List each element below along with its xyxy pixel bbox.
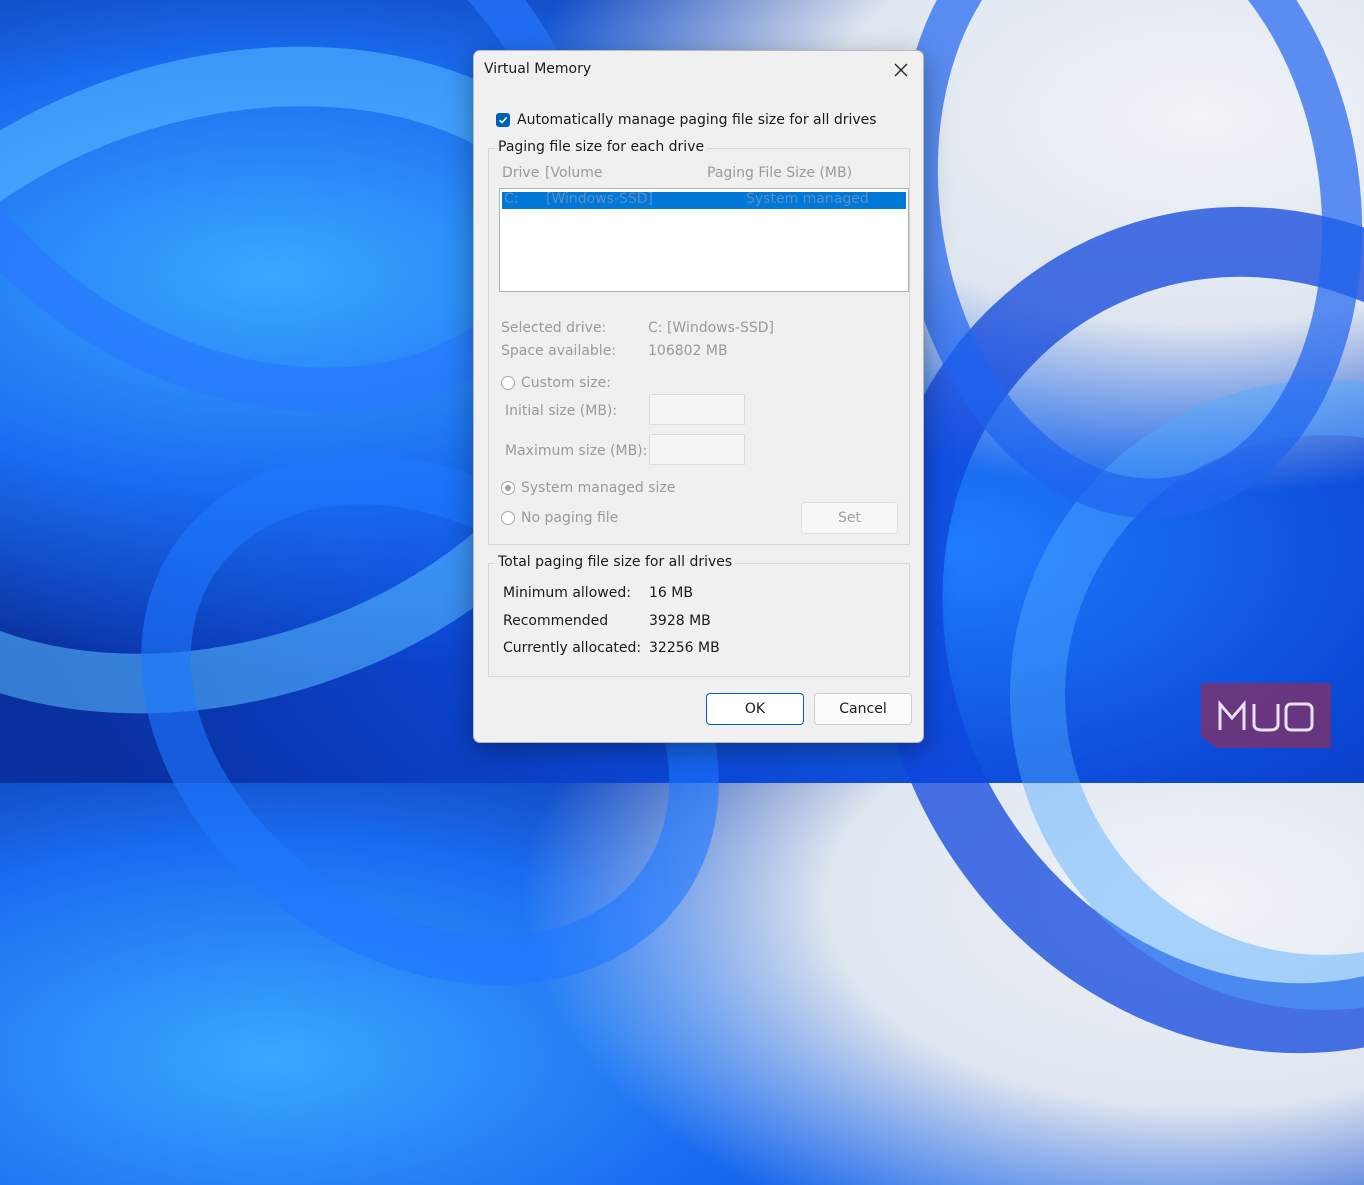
- system-managed-option[interactable]: System managed size: [501, 480, 675, 496]
- wallpaper-ribbon: [857, 0, 1364, 549]
- close-icon: [894, 63, 908, 77]
- auto-manage-checkbox-row[interactable]: Automatically manage paging file size fo…: [496, 112, 877, 128]
- minimum-allowed-label: Minimum allowed:: [503, 585, 631, 601]
- checkmark-icon: [498, 116, 508, 124]
- maximum-size-input[interactable]: [649, 434, 745, 465]
- custom-size-radio[interactable]: [501, 376, 515, 390]
- selected-drive-value: C: [Windows-SSD]: [648, 320, 774, 336]
- drive-letter: C:: [504, 191, 519, 207]
- muo-logo-icon: [1218, 699, 1314, 731]
- column-header-volume: [Volume: [545, 165, 603, 181]
- drive-list[interactable]: C: [Windows-SSD] System managed: [499, 188, 909, 292]
- recommended-label: Recommended: [503, 613, 609, 629]
- maximum-size-label: Maximum size (MB):: [505, 443, 648, 459]
- system-managed-radio[interactable]: [501, 481, 515, 495]
- custom-size-label: Custom size:: [521, 375, 611, 391]
- muo-watermark-logo: [1201, 683, 1331, 748]
- per-drive-group-label: Paging file size for each drive: [495, 139, 708, 155]
- ok-button[interactable]: OK: [706, 693, 804, 725]
- selected-drive-label: Selected drive:: [501, 320, 607, 336]
- drive-paging-size: System managed: [746, 191, 869, 207]
- currently-allocated-label: Currently allocated:: [503, 640, 642, 656]
- minimum-allowed-value: 16 MB: [649, 585, 693, 601]
- title-bar[interactable]: Virtual Memory: [474, 51, 923, 89]
- custom-size-option[interactable]: Custom size:: [501, 375, 611, 391]
- totals-group-label: Total paging file size for all drives: [495, 554, 736, 570]
- system-managed-label: System managed size: [521, 480, 676, 496]
- space-available-label: Space available:: [501, 343, 617, 359]
- close-button[interactable]: [887, 57, 915, 83]
- initial-size-label: Initial size (MB):: [505, 403, 618, 419]
- drive-volume: [Windows-SSD]: [546, 191, 654, 207]
- column-header-drive: Drive: [502, 165, 540, 181]
- no-paging-label: No paging file: [521, 510, 619, 526]
- auto-manage-label: Automatically manage paging file size fo…: [517, 112, 877, 128]
- no-paging-option[interactable]: No paging file: [501, 510, 618, 526]
- drive-list-row[interactable]: C: [Windows-SSD] System managed: [502, 191, 906, 209]
- currently-allocated-value: 32256 MB: [649, 640, 720, 656]
- initial-size-input[interactable]: [649, 394, 745, 425]
- cancel-button[interactable]: Cancel: [814, 693, 912, 725]
- no-paging-radio[interactable]: [501, 511, 515, 525]
- dialog-title: Virtual Memory: [484, 61, 592, 77]
- set-button[interactable]: Set: [801, 502, 898, 534]
- auto-manage-checkbox[interactable]: [496, 113, 510, 127]
- space-available-value: 106802 MB: [648, 343, 728, 359]
- virtual-memory-dialog: Virtual Memory Automatically manage pagi…: [473, 50, 924, 743]
- column-header-paging-size: Paging File Size (MB): [707, 165, 853, 181]
- recommended-value: 3928 MB: [649, 613, 711, 629]
